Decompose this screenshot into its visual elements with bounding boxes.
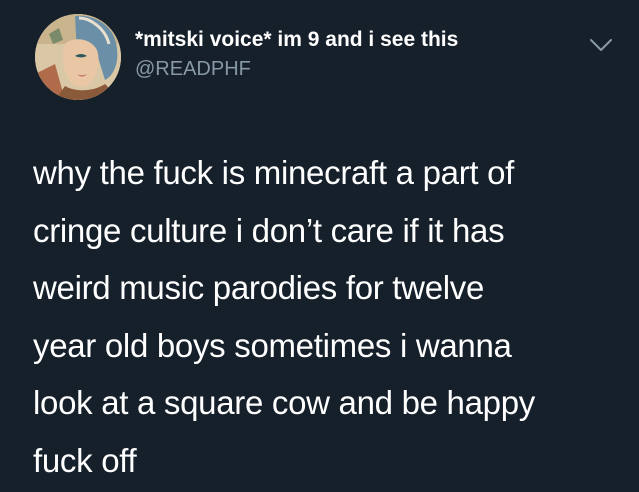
display-name[interactable]: *mitski voice* im 9 and i see this: [135, 27, 458, 53]
tweet-header: *mitski voice* im 9 and i see this @READ…: [35, 14, 625, 104]
tweet-text-line: fuck off: [33, 441, 137, 479]
tweet-text-line: cringe culture i don’t care if it has: [33, 211, 505, 249]
tweet-text: why the fuck is minecraft a part of crin…: [33, 144, 623, 489]
tweet-text-line: weird music parodies for twelve: [33, 269, 485, 306]
tweet-text-line: why the fuck is minecraft a part of: [33, 154, 515, 191]
author-names: *mitski voice* im 9 and i see this @READ…: [135, 27, 458, 82]
tweet-text-line: look at a square cow and be happy: [33, 384, 535, 421]
user-handle[interactable]: @READPHF: [135, 56, 458, 82]
chevron-down-icon[interactable]: [588, 36, 614, 54]
avatar[interactable]: [35, 14, 121, 100]
tweet-text-line: year old boys sometimes i wanna: [33, 326, 512, 364]
avatar-image: [35, 14, 121, 100]
